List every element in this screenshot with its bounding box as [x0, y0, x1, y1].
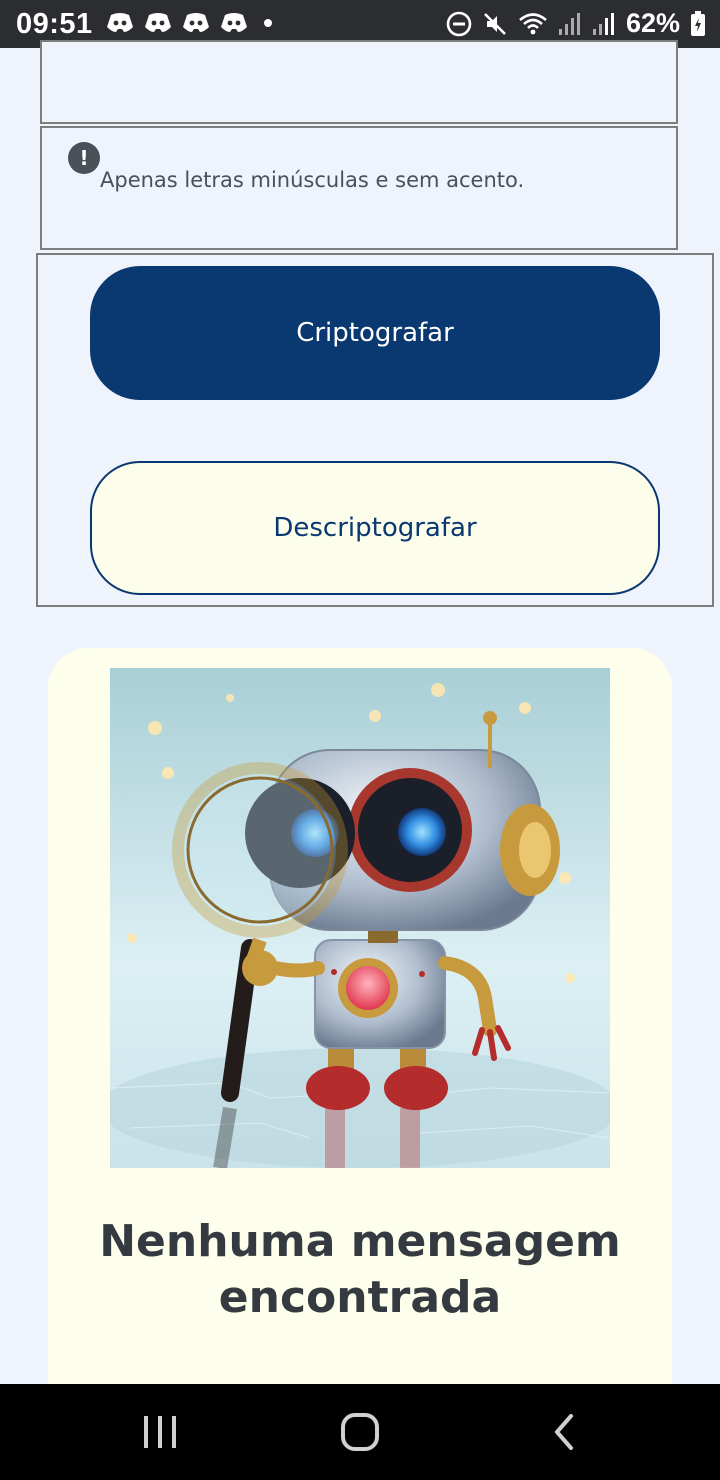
battery-percent: 62% — [625, 8, 680, 38]
signal-icon — [592, 12, 614, 35]
dot-icon — [264, 19, 272, 27]
status-time: 09:51 — [16, 8, 93, 40]
discord-icon — [183, 13, 209, 32]
message-input-area[interactable] — [40, 40, 678, 124]
back-icon[interactable] — [545, 1412, 585, 1452]
discord-icon — [145, 13, 171, 32]
battery-icon — [691, 10, 705, 36]
hint-text: Apenas letras minúsculas e sem acento. — [100, 168, 525, 192]
navigation-bar — [0, 1384, 720, 1480]
encrypt-button[interactable]: Criptografar — [90, 266, 660, 400]
dnd-icon — [446, 11, 472, 36]
hint-box: ! Apenas letras minúsculas e sem acento. — [40, 126, 678, 250]
app-screen: 09:51 62% ! Apenas letras minúsculas e s… — [0, 0, 720, 1480]
system-status-icons: 62% — [446, 8, 706, 39]
recent-apps-icon[interactable] — [140, 1412, 180, 1452]
robot-illustration — [110, 668, 610, 1168]
discord-icon — [221, 13, 247, 32]
discord-icon — [107, 13, 133, 32]
action-buttons: Criptografar Descriptografar — [36, 253, 714, 607]
exclamation-icon: ! — [68, 142, 100, 174]
mute-icon — [484, 12, 506, 35]
home-icon[interactable] — [340, 1412, 380, 1452]
signal-icon — [558, 12, 580, 35]
notification-icons — [106, 12, 272, 34]
result-panel: Nenhuma mensagem encontrada — [48, 648, 672, 1480]
decrypt-button[interactable]: Descriptografar — [90, 461, 660, 595]
result-title: Nenhuma mensagem encontrada — [99, 1216, 621, 1323]
wifi-icon — [519, 12, 547, 34]
